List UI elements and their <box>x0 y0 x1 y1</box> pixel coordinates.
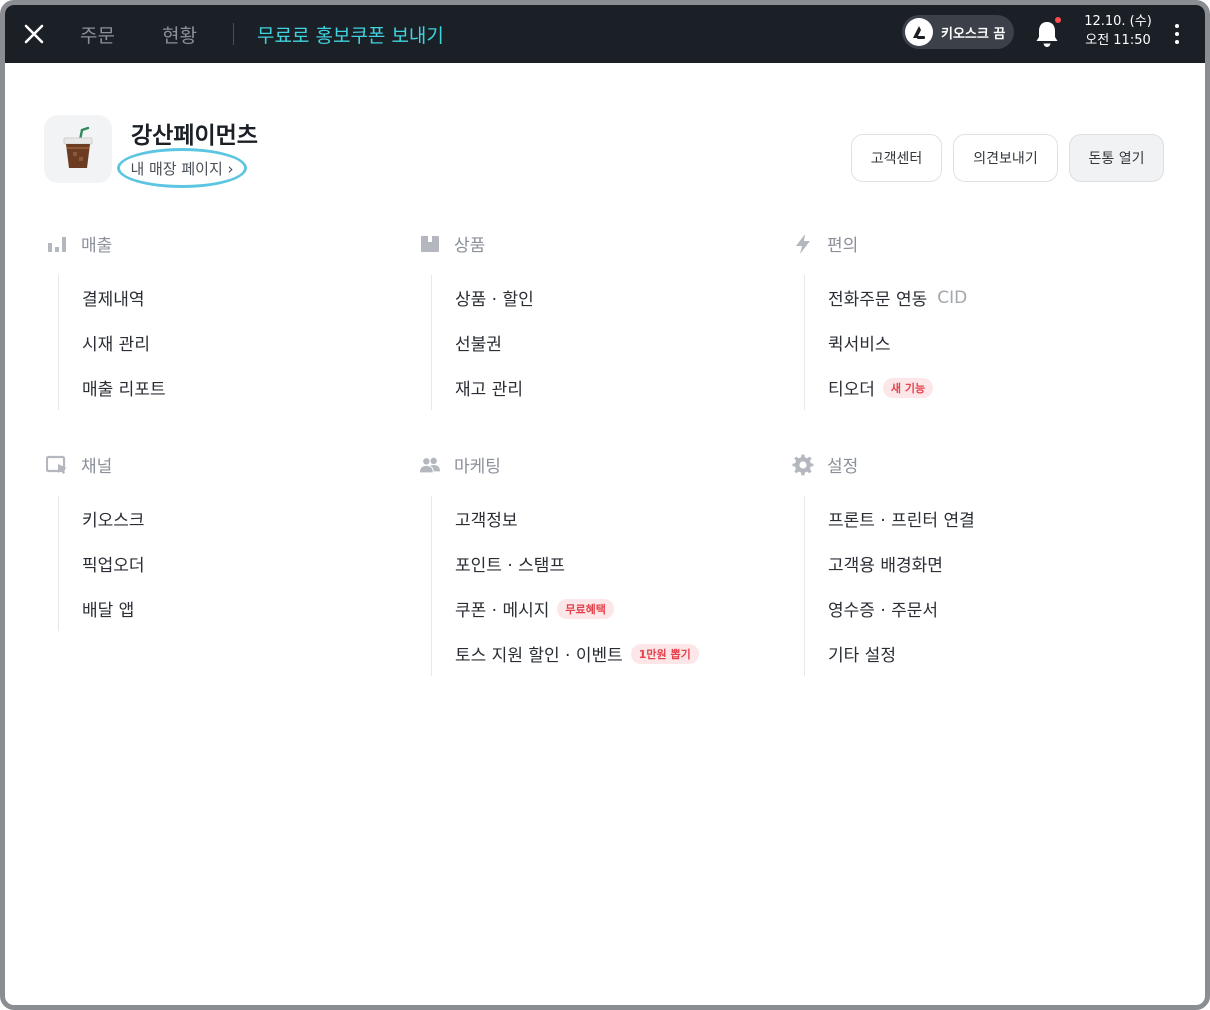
new-feature-badge: 새 기능 <box>882 377 934 398</box>
menu-item-label: 퀵서비스 <box>828 335 891 355</box>
close-button[interactable] <box>17 17 51 51</box>
clock: 12.10. (수) 오전 11:50 <box>1083 12 1153 50</box>
menu-item-label: 배달 앱 <box>82 601 135 621</box>
menu-item-payment-history[interactable]: 결제내역 <box>82 275 418 320</box>
section-marketing-list: 고객정보 포인트 · 스탬프 쿠폰 · 메시지 무료혜택 토스 지원 할인 · … <box>431 496 791 676</box>
section-title: 상품 <box>454 236 486 256</box>
section-marketing: 마케팅 <box>419 452 501 477</box>
menu-item-t-order[interactable]: 티오더 새 기능 <box>828 365 1164 410</box>
menu-item-customer-info[interactable]: 고객정보 <box>455 496 791 541</box>
menu-item-label: 티오더 <box>828 380 875 400</box>
menu-item-label: 프론트 · 프린터 연결 <box>828 511 975 531</box>
section-channels: 채널 <box>46 452 112 477</box>
section-title: 설정 <box>827 457 859 477</box>
cid-suffix: CID <box>937 287 968 308</box>
section-products-list: 상품 · 할인 선불권 재고 관리 <box>431 275 791 410</box>
menu-item-customer-wallpaper[interactable]: 고객용 배경화면 <box>828 541 1164 586</box>
open-cash-drawer-button[interactable]: 돈통 열기 <box>1069 134 1164 182</box>
menu-item-prepaid-vouchers[interactable]: 선불권 <box>455 320 791 365</box>
more-menu-button[interactable] <box>1167 17 1187 51</box>
menu-item-other-settings[interactable]: 기타 설정 <box>828 631 1164 676</box>
section-channels-list: 키오스크 픽업오더 배달 앱 <box>58 496 418 631</box>
menu-item-label: 시재 관리 <box>82 335 150 355</box>
menu-item-label: 토스 지원 할인 · 이벤트 <box>455 646 623 666</box>
menu-item-delivery-apps[interactable]: 배달 앱 <box>82 586 418 631</box>
section-settings: 설정 <box>792 452 858 477</box>
menu-item-label: 고객용 배경화면 <box>828 556 943 576</box>
section-title: 마케팅 <box>454 457 501 477</box>
tab-status[interactable]: 현황 <box>162 21 197 48</box>
clock-time: 오전 11:50 <box>1085 33 1151 48</box>
menu-item-inventory[interactable]: 재고 관리 <box>455 365 791 410</box>
my-store-page-link-label: 내 매장 페이지 › <box>130 159 234 178</box>
bar-chart-icon <box>46 233 68 255</box>
notification-dot <box>1055 17 1061 23</box>
menu-item-label: 쿠폰 · 메시지 <box>455 601 550 621</box>
menu-item-toss-discount-events[interactable]: 토스 지원 할인 · 이벤트 1만원 뽑기 <box>455 631 791 676</box>
menu-item-label: 선불권 <box>455 335 502 355</box>
clock-date: 12.10. (수) <box>1084 14 1152 29</box>
section-title: 채널 <box>81 457 113 477</box>
menu-item-quick-service[interactable]: 퀵서비스 <box>828 320 1164 365</box>
section-sales: 매출 <box>46 231 112 256</box>
menu-item-label: 전화주문 연동 <box>828 290 928 310</box>
menu-item-label: 기타 설정 <box>828 646 896 666</box>
menu-item-label: 고객정보 <box>455 511 518 531</box>
app-window: 주문 현황 무료로 홍보쿠폰 보내기 키오스크 끔 12.10. (수) 오전 … <box>0 0 1210 1010</box>
store-name: 강산페이먼츠 <box>131 123 258 149</box>
menu-item-coupons-messages[interactable]: 쿠폰 · 메시지 무료혜택 <box>455 586 791 631</box>
menu-item-receipt-order-slip[interactable]: 영수증 · 주문서 <box>828 586 1164 631</box>
menu-item-label: 영수증 · 주문서 <box>828 601 939 621</box>
kiosk-toggle-knob <box>905 18 933 46</box>
menu-item-front-printer[interactable]: 프론트 · 프린터 연결 <box>828 496 1164 541</box>
section-settings-list: 프론트 · 프린터 연결 고객용 배경화면 영수증 · 주문서 기타 설정 <box>804 496 1164 676</box>
menu-item-label: 결제내역 <box>82 290 145 310</box>
tab-orders[interactable]: 주문 <box>80 21 115 48</box>
menu-item-products-discounts[interactable]: 상품 · 할인 <box>455 275 791 320</box>
section-convenience: 편의 <box>792 231 858 256</box>
my-store-page-link[interactable]: 내 매장 페이지 › <box>117 148 247 188</box>
section-title: 매출 <box>81 236 113 256</box>
people-icon <box>419 454 441 476</box>
coffee-cup-icon <box>63 126 93 168</box>
tab-divider <box>233 23 234 45</box>
free-benefit-badge: 무료혜택 <box>557 598 614 619</box>
menu-item-points-stamps[interactable]: 포인트 · 스탬프 <box>455 541 791 586</box>
box-icon <box>419 233 441 255</box>
kiosk-toggle[interactable]: 키오스크 끔 <box>902 15 1014 49</box>
menu-item-label: 키오스크 <box>82 511 145 531</box>
customer-center-button[interactable]: 고객센터 <box>851 134 942 182</box>
menu-item-label: 픽업오더 <box>82 556 145 576</box>
kebab-dot <box>1175 40 1179 44</box>
tab-free-promo-coupon[interactable]: 무료로 홍보쿠폰 보내기 <box>257 21 444 48</box>
top-bar: 주문 현황 무료로 홍보쿠폰 보내기 키오스크 끔 12.10. (수) 오전 … <box>5 5 1205 63</box>
menu-item-cash-management[interactable]: 시재 관리 <box>82 320 418 365</box>
section-convenience-list: 전화주문 연동 CID 퀵서비스 티오더 새 기능 <box>804 275 1164 410</box>
kebab-dot <box>1175 24 1179 28</box>
menu-item-label: 재고 관리 <box>455 380 523 400</box>
channel-icon <box>46 454 68 476</box>
kiosk-toggle-label: 키오스크 끔 <box>941 26 1006 42</box>
store-logo <box>44 115 112 183</box>
menu-item-label: 상품 · 할인 <box>455 290 534 310</box>
menu-item-label: 매출 리포트 <box>82 380 166 400</box>
close-icon <box>24 24 44 44</box>
menu-item-label: 포인트 · 스탬프 <box>455 556 566 576</box>
lottery-badge: 1만원 뽑기 <box>630 643 699 664</box>
lightning-icon <box>792 233 814 255</box>
section-title: 편의 <box>827 236 859 256</box>
menu-item-pickup-order[interactable]: 픽업오더 <box>82 541 418 586</box>
send-feedback-button[interactable]: 의견보내기 <box>953 134 1058 182</box>
kebab-dot <box>1175 32 1179 36</box>
menu-item-sales-report[interactable]: 매출 리포트 <box>82 365 418 410</box>
notification-button[interactable] <box>1032 17 1062 50</box>
section-sales-list: 결제내역 시재 관리 매출 리포트 <box>58 275 418 410</box>
menu-item-phone-order-cid[interactable]: 전화주문 연동 CID <box>828 275 1164 320</box>
kiosk-icon <box>913 26 925 39</box>
section-products: 상품 <box>419 231 485 256</box>
menu-item-kiosk[interactable]: 키오스크 <box>82 496 418 541</box>
gear-icon <box>792 453 814 476</box>
